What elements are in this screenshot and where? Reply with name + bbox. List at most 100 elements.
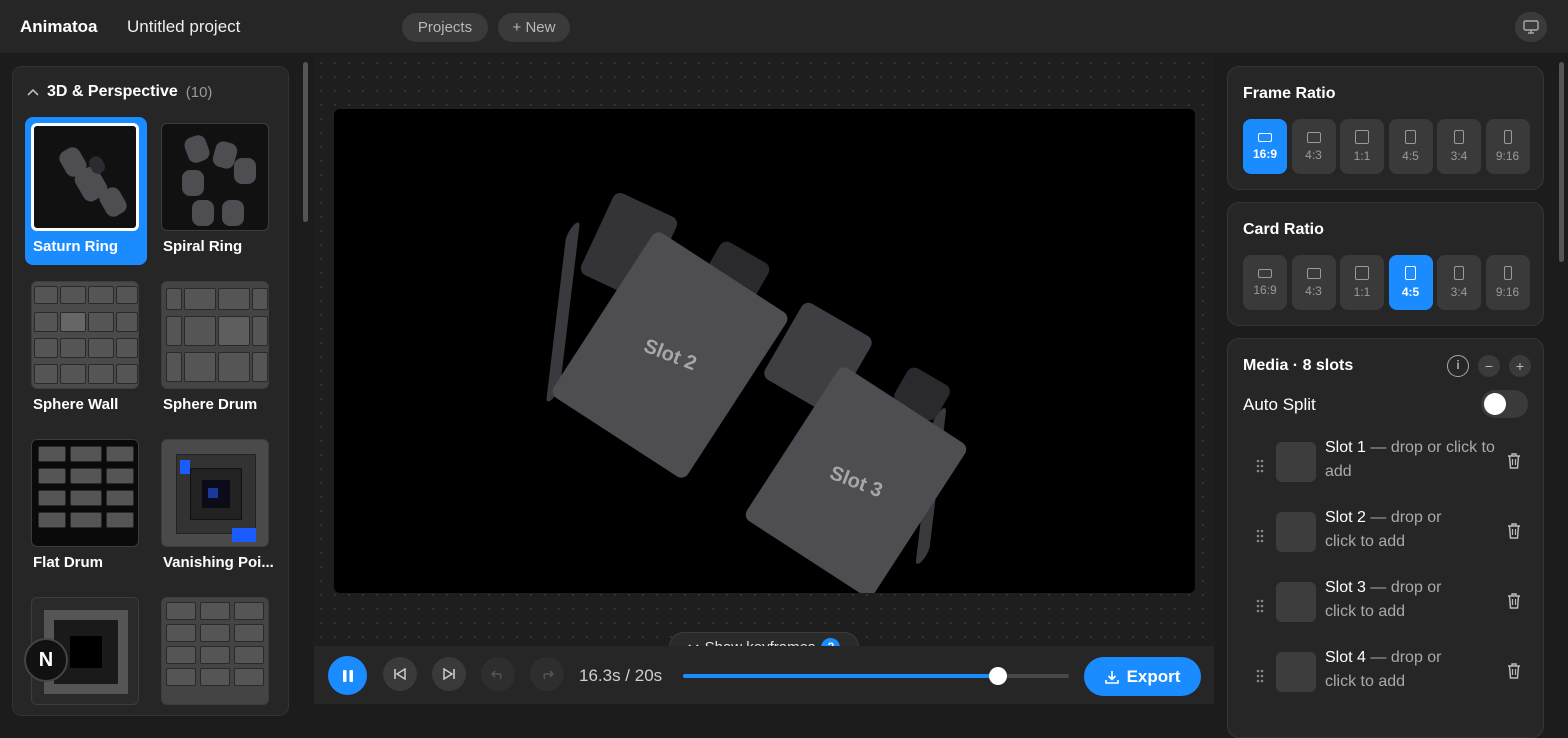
effect-tile[interactable] — [155, 591, 277, 715]
preview-stage[interactable]: Slot 2 Slot 3 — [334, 109, 1195, 593]
effect-tile-flat-drum[interactable]: Flat Drum — [25, 433, 147, 581]
trash-icon[interactable] — [1507, 593, 1521, 609]
drag-handle-icon[interactable] — [1256, 669, 1264, 683]
ratio-option-16x9[interactable]: 16:9 — [1243, 255, 1287, 310]
ratio-option-4x5[interactable]: 4:5 — [1388, 255, 1433, 310]
ratio-label: 4:5 — [1402, 149, 1419, 163]
ratio-option-9x16[interactable]: 9:16 — [1485, 119, 1530, 174]
drag-handle-icon[interactable] — [1256, 459, 1264, 473]
ratio-shape-icon — [1405, 266, 1416, 280]
media-section: Media · 8 slots i − + Auto Split Slot 1 … — [1227, 338, 1544, 738]
slot-thumbnail[interactable] — [1276, 512, 1316, 552]
category-header[interactable]: 3D & Perspective (10) — [27, 83, 212, 101]
ratio-option-4x3[interactable]: 4:3 — [1291, 119, 1336, 174]
ratio-label: 9:16 — [1495, 285, 1520, 299]
ratio-option-1x1[interactable]: 1:1 — [1340, 255, 1384, 310]
settings-scrollbar[interactable] — [1556, 56, 1568, 704]
export-button[interactable]: Export — [1084, 657, 1201, 696]
remove-slot-button[interactable]: − — [1478, 355, 1500, 377]
app-brand[interactable]: Animatoa — [20, 17, 97, 37]
timeline-handle[interactable] — [988, 667, 1007, 685]
effects-library: 3D & Perspective (10) Saturn Ring Spiral… — [12, 66, 289, 716]
ratio-shape-icon — [1355, 266, 1369, 280]
library-scrollbar[interactable] — [300, 56, 310, 704]
ratio-shape-icon — [1454, 266, 1464, 280]
slot-text[interactable]: Slot 1 — drop or click to add — [1325, 436, 1500, 484]
drag-handle-icon[interactable] — [1256, 599, 1264, 613]
effect-thumbnail — [31, 123, 139, 231]
time-readout: 16.3s / 20s — [579, 666, 663, 685]
category-title: 3D & Perspective — [47, 83, 178, 100]
timeline-scrubber[interactable] — [683, 667, 1069, 685]
redo-button[interactable] — [530, 657, 564, 691]
category-count: (10) — [185, 83, 213, 101]
ratio-shape-icon — [1405, 130, 1416, 144]
ratio-label: 4:3 — [1305, 283, 1322, 298]
slot-row[interactable]: Slot 1 — drop or click to add — [1243, 439, 1533, 499]
slot-row[interactable]: Slot 2 — drop or click to add — [1243, 509, 1533, 569]
slot-thumbnail[interactable] — [1276, 442, 1316, 482]
add-slot-button[interactable]: + — [1509, 355, 1531, 377]
media-actions: i − + — [1447, 355, 1531, 377]
trash-icon[interactable] — [1507, 663, 1521, 679]
ratio-label: 9:16 — [1495, 149, 1520, 163]
effect-tile-sphere-wall[interactable]: Sphere Wall — [25, 275, 147, 423]
slot-row[interactable]: Slot 4 — drop or click to add — [1243, 649, 1533, 709]
frame-ratio-title: Frame Ratio — [1243, 85, 1336, 102]
effect-tile-vanishing-point[interactable]: Vanishing Poi... — [155, 433, 277, 581]
info-icon[interactable]: i — [1447, 355, 1469, 377]
scroll-thumb[interactable] — [303, 62, 308, 222]
ratio-option-4x3[interactable]: 4:3 — [1291, 255, 1336, 310]
slot-text[interactable]: Slot 4 — drop or click to add — [1325, 646, 1465, 694]
pause-button[interactable] — [328, 656, 367, 695]
ratio-option-4x5[interactable]: 4:5 — [1388, 119, 1433, 174]
auto-split-label: Auto Split — [1243, 395, 1316, 414]
user-avatar[interactable]: N — [24, 638, 68, 682]
slot-name: Slot 2 — [1325, 509, 1366, 526]
trash-icon[interactable] — [1507, 523, 1521, 539]
display-mode-button[interactable] — [1515, 12, 1547, 42]
trash-icon[interactable] — [1507, 453, 1521, 469]
drag-handle-icon[interactable] — [1256, 529, 1264, 543]
effect-tile-sphere-drum[interactable]: Sphere Drum — [155, 275, 277, 423]
slot-card-label: Slot 2 — [640, 334, 700, 375]
effect-tile-saturn-ring[interactable]: Saturn Ring — [25, 117, 147, 265]
effect-thumbnail — [31, 439, 139, 547]
effect-tile-spiral-ring[interactable]: Spiral Ring — [155, 117, 277, 265]
ratio-label: 4:5 — [1401, 285, 1420, 299]
scroll-thumb[interactable] — [1559, 62, 1564, 262]
ratio-option-1x1[interactable]: 1:1 — [1340, 119, 1384, 174]
slot-text[interactable]: Slot 2 — drop or click to add — [1325, 506, 1465, 554]
ratio-label: 1:1 — [1353, 285, 1371, 299]
auto-split-toggle[interactable] — [1481, 390, 1528, 418]
playback-bar: 16.3s / 20s Export — [314, 646, 1214, 704]
ratio-label: 3:4 — [1450, 149, 1468, 163]
slot-name: Slot 3 — [1325, 579, 1366, 596]
ratio-option-16x9[interactable]: 16:9 — [1243, 119, 1287, 174]
slot-thumbnail[interactable] — [1276, 652, 1316, 692]
slot-name: Slot 4 — [1325, 649, 1366, 666]
chevron-up-icon — [27, 88, 39, 96]
effect-label: Sphere Wall — [33, 396, 119, 413]
ratio-option-3x4[interactable]: 3:4 — [1437, 119, 1481, 174]
slot-row[interactable]: Slot 3 — drop or click to add — [1243, 579, 1533, 639]
slot-thumbnail[interactable] — [1276, 582, 1316, 622]
new-project-button[interactable]: + New — [498, 13, 570, 42]
ratio-shape-icon — [1503, 266, 1512, 280]
card-ratio-title: Card Ratio — [1243, 221, 1324, 238]
ratio-option-9x16[interactable]: 9:16 — [1485, 255, 1530, 310]
redo-icon — [543, 670, 554, 680]
slot-name: Slot 1 — [1325, 439, 1366, 456]
project-name[interactable]: Untitled project — [127, 17, 240, 37]
media-title: Media · 8 slots — [1243, 357, 1354, 374]
slot-text[interactable]: Slot 3 — drop or click to add — [1325, 576, 1465, 624]
skip-back-button[interactable] — [383, 657, 417, 691]
slot-card-label: Slot 3 — [826, 461, 886, 502]
undo-button[interactable] — [481, 657, 515, 691]
ratio-option-3x4[interactable]: 3:4 — [1437, 255, 1481, 310]
projects-button[interactable]: Projects — [402, 13, 488, 42]
skip-forward-button[interactable] — [432, 657, 466, 691]
effect-label: Sphere Drum — [163, 396, 258, 413]
download-icon — [1104, 670, 1119, 684]
pause-icon — [342, 669, 353, 682]
